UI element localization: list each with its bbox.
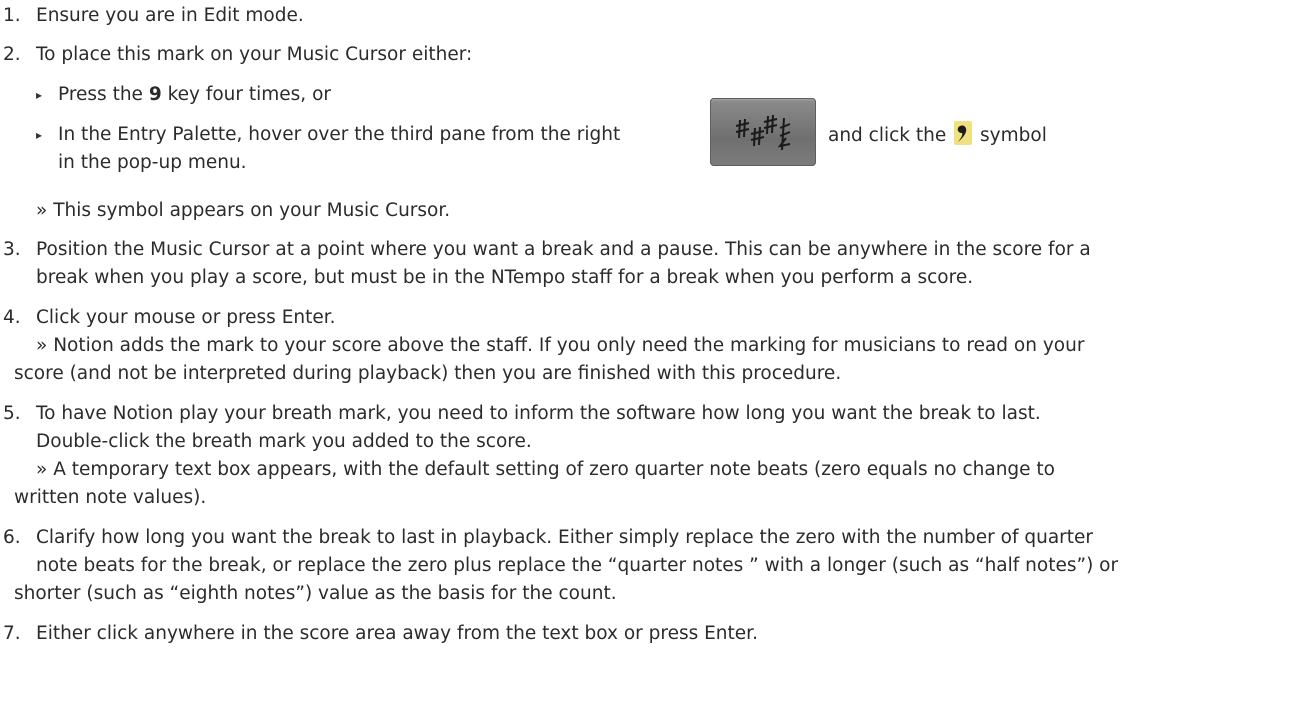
step-text: To have Notion play your breath mark, yo… bbox=[36, 403, 1055, 480]
step-number: 2. bbox=[3, 44, 21, 65]
step-number: 1. bbox=[3, 5, 21, 26]
step-text: Position the Music Cursor at a point whe… bbox=[36, 239, 1091, 288]
step-text: Ensure you are in Edit mode. bbox=[36, 5, 304, 26]
step-number: 7. bbox=[3, 623, 21, 644]
triangle-bullet-icon: ▸ bbox=[36, 128, 43, 142]
sub-step-text: in the pop-up menu. bbox=[58, 152, 247, 173]
triangle-bullet-icon: ▸ bbox=[36, 88, 43, 102]
step-number: 3. bbox=[3, 239, 21, 260]
step-number: 6. bbox=[3, 527, 21, 548]
step-text: To place this mark on your Music Cursor … bbox=[36, 44, 473, 65]
sub-step-text: key four times, or bbox=[161, 84, 331, 105]
sub-step-text: Press the bbox=[58, 84, 149, 105]
sub-step-text: symbol bbox=[980, 125, 1047, 146]
step-number: 5. bbox=[3, 403, 21, 424]
step-text: Clarify how long you want the break to l… bbox=[36, 527, 1119, 576]
sub-step-text: In the Entry Palette, hover over the thi… bbox=[58, 124, 621, 145]
step-number: 4. bbox=[3, 307, 21, 328]
sub-step-text: and click the bbox=[828, 125, 947, 146]
step-text: Click your mouse or press Enter. » Notio… bbox=[36, 307, 1085, 356]
result-text: » This symbol appears on your Music Curs… bbox=[36, 200, 451, 221]
entry-palette-pane-image bbox=[710, 98, 816, 166]
sharps-ornament-icon bbox=[735, 114, 791, 151]
breath-mark-comma-icon bbox=[954, 121, 973, 145]
step-text: Either click anywhere in the score area … bbox=[36, 623, 758, 644]
key-label: 9 bbox=[148, 84, 162, 105]
